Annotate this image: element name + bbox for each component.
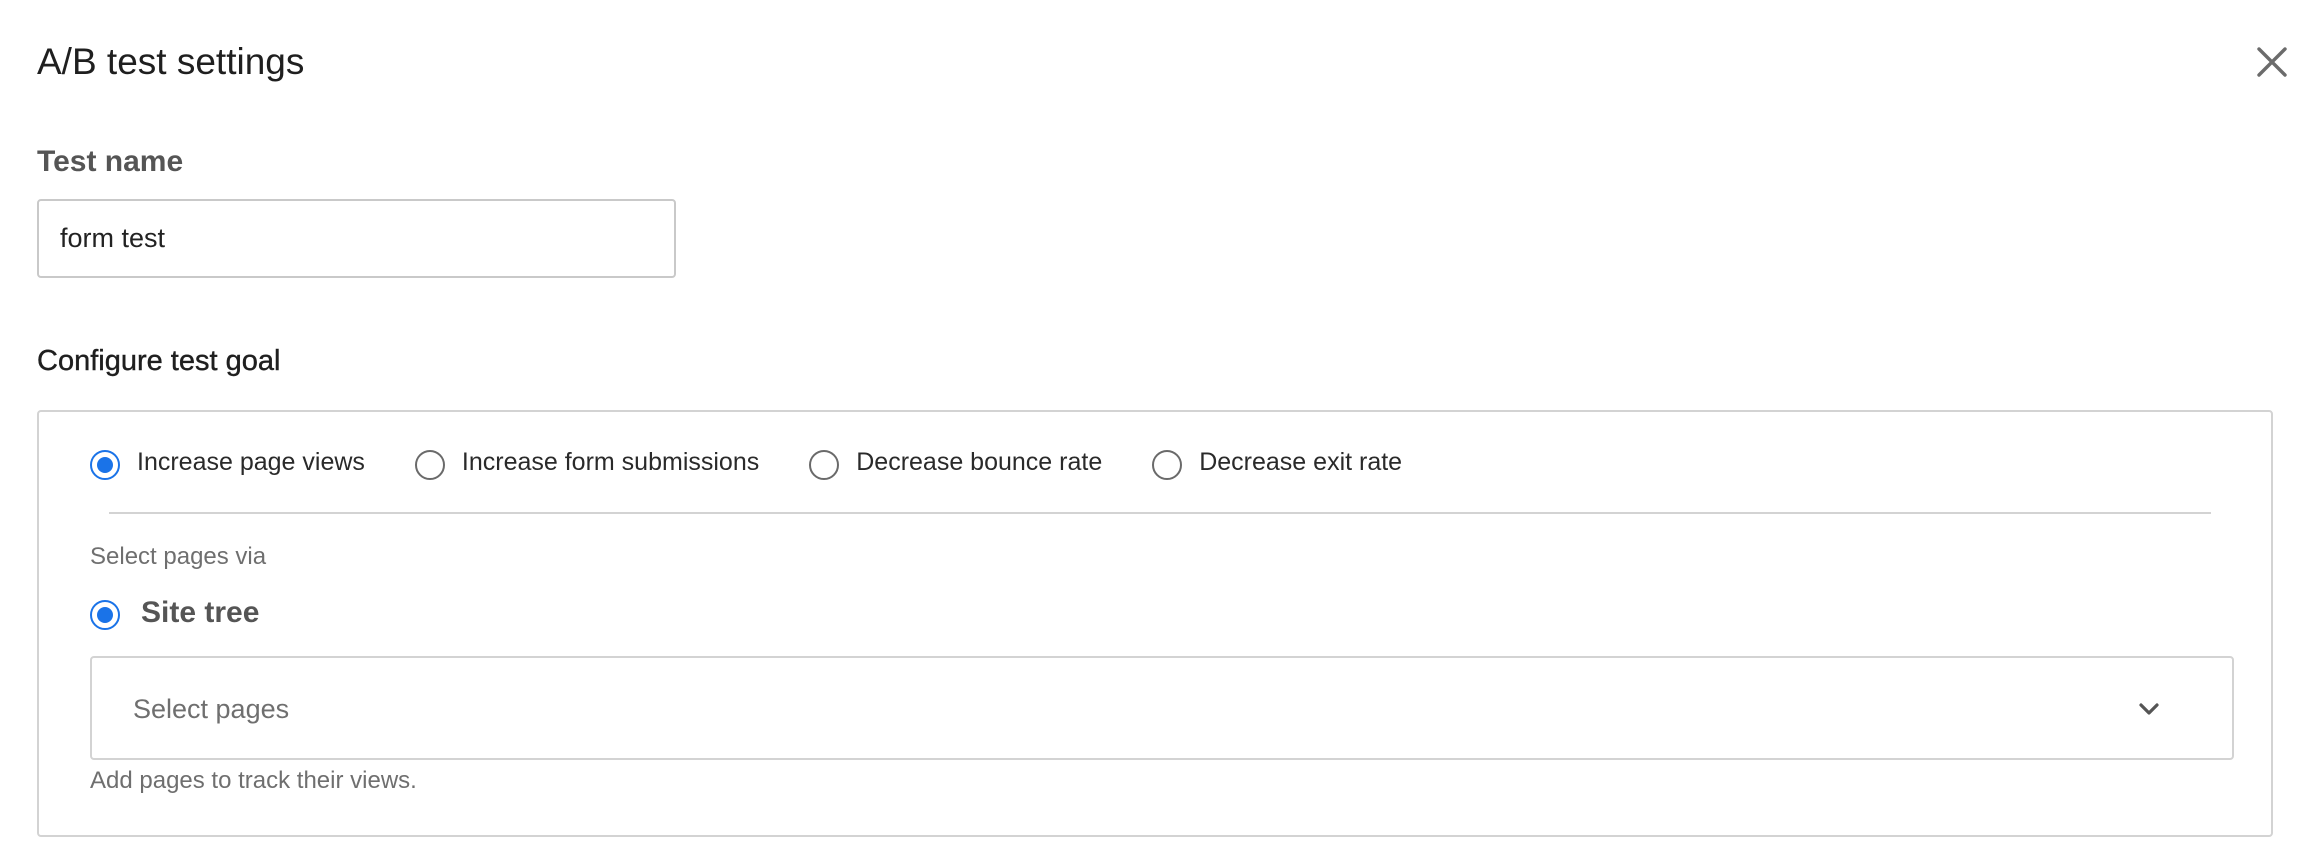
test-name-label: Test name [37,145,184,178]
goal-option-label: Increase form submissions [461,448,760,476]
goal-option-exit-rate[interactable]: Decrease exit rate [1152,448,1402,482]
goal-option-label: Increase page views [137,448,365,476]
goal-option-page-views[interactable]: Increase page views [90,448,365,482]
goal-radio-group: Increase page views Increase form submis… [90,448,1452,482]
chevron-down-icon [2139,703,2159,715]
site-tree-option[interactable]: Site tree [90,595,259,635]
select-pages-placeholder: Select pages [133,694,290,724]
radio-button[interactable] [414,450,445,480]
goal-panel: Increase page views Increase form submis… [37,410,2273,837]
select-pages-dropdown[interactable]: Select pages [90,656,2234,760]
dialog-title: A/B test settings [37,41,305,82]
goal-option-bounce-rate[interactable]: Decrease bounce rate [809,448,1102,482]
close-button[interactable] [2250,40,2294,84]
goal-option-form-submissions[interactable]: Increase form submissions [414,448,760,482]
goal-option-label: Decrease exit rate [1199,448,1403,476]
goal-option-label: Decrease bounce rate [856,448,1103,476]
divider [109,512,2211,514]
test-name-input[interactable] [37,199,676,278]
radio-button[interactable] [90,450,120,480]
radio-button[interactable] [809,450,840,480]
configure-goal-title: Configure test goal [37,345,281,377]
close-icon [2257,47,2287,77]
help-text: Add pages to track their views. [90,767,417,794]
radio-button[interactable] [1152,450,1183,480]
site-tree-label: Site tree [141,596,260,629]
radio-button[interactable] [90,600,120,630]
select-pages-via-label: Select pages via [90,543,267,570]
